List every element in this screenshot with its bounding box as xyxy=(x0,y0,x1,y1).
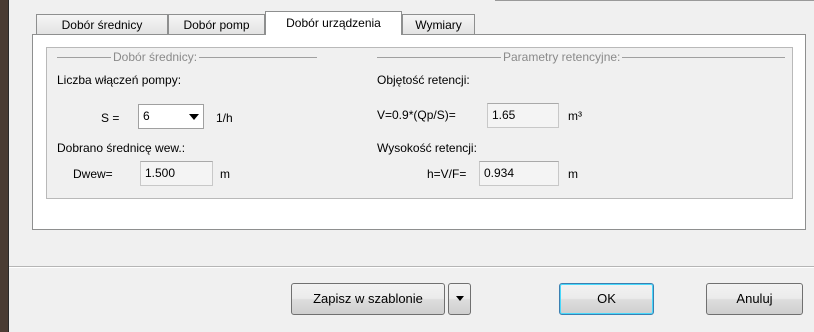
save-template-button[interactable]: Zapisz w szablonie xyxy=(291,283,445,315)
tab-wymiary[interactable]: Wymiary xyxy=(402,14,475,34)
volume-label: Objętość retencji: xyxy=(377,73,470,87)
tab-dobor-urzadzenia[interactable]: Dobór urządzenia xyxy=(265,11,402,35)
v-unit-label: m³ xyxy=(568,109,582,123)
save-template-dropdown-button[interactable] xyxy=(448,283,471,315)
tab-dobor-pomp[interactable]: Dobór pomp xyxy=(168,14,265,34)
dwew-unit-label: m xyxy=(220,167,230,181)
s-prefix-label: S = xyxy=(101,111,120,125)
group-box: Dobór średnicy: Parametry retencyjne: Li… xyxy=(46,47,793,199)
ok-button[interactable]: OK xyxy=(559,283,654,315)
dialog-window: Dobór średnicy Dobór pomp Dobór urządzen… xyxy=(8,0,814,332)
h-unit-label: m xyxy=(568,167,578,181)
tab-panel: Dobór średnicy: Parametry retencyjne: Li… xyxy=(32,34,806,230)
legend-dobor-srednicy: Dobór średnicy: xyxy=(111,50,200,64)
v-prefix-label: V=0.9*(Qp/S)= xyxy=(377,108,456,122)
h-field[interactable]: 0.934 xyxy=(479,161,559,186)
window-edge-line xyxy=(495,0,814,1)
tab-dobor-srednicy[interactable]: Dobór średnicy xyxy=(36,14,168,34)
chevron-down-icon xyxy=(189,114,199,120)
pump-count-label: Liczba włączeń pompy: xyxy=(57,73,182,87)
dwew-field[interactable]: 1.500 xyxy=(140,161,213,186)
top-strip xyxy=(9,0,814,10)
chevron-down-icon xyxy=(456,296,464,301)
h-prefix-label: h=V/F= xyxy=(427,167,467,181)
height-label: Wysokość retencji: xyxy=(377,141,477,155)
s-select-value: 6 xyxy=(143,109,150,123)
s-unit-label: 1/h xyxy=(216,111,233,125)
s-select[interactable]: 6 xyxy=(138,104,204,129)
bottom-separator-highlight xyxy=(9,267,814,268)
legend-parametry-retencyjne: Parametry retencyjne: xyxy=(501,50,623,64)
dwew-prefix-label: Dwew= xyxy=(73,167,113,181)
cancel-button[interactable]: Anuluj xyxy=(706,283,803,315)
v-field[interactable]: 1.65 xyxy=(487,103,559,128)
diameter-label: Dobrano średnicę wew.: xyxy=(57,141,186,155)
